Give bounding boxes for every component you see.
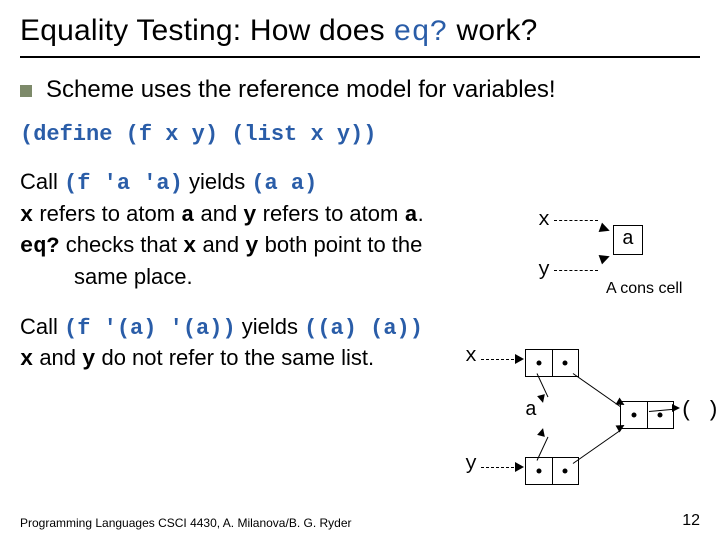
d2-dash-y	[481, 467, 519, 468]
d1-atom-box: a	[613, 225, 643, 255]
d2-dash-x	[481, 359, 519, 360]
call1-prefix: Call	[20, 169, 64, 194]
page-number: 12	[682, 512, 700, 530]
title-suffix: work?	[448, 14, 538, 47]
call1-t2: and	[194, 201, 243, 226]
diagram-2: x y a ( )	[465, 345, 720, 515]
call1-t1: refers to atom	[33, 201, 181, 226]
cons-cell-1	[525, 349, 579, 377]
call2-code1: (f '(a) '(a))	[64, 316, 236, 341]
call2-prefix: Call	[20, 314, 64, 339]
call1-t3: refers to atom	[257, 201, 405, 226]
arrow-icon	[515, 462, 524, 472]
call1-a1: a	[181, 203, 194, 228]
call1-eq: eq?	[20, 234, 60, 259]
d1-dash-y	[554, 270, 598, 271]
arrow-icon	[537, 427, 547, 437]
arrow-icon	[537, 394, 547, 404]
call2-code2: ((a) (a))	[304, 316, 423, 341]
cons-cell-3	[620, 401, 674, 429]
arrow-icon	[599, 223, 612, 236]
call1-t5: and	[196, 232, 245, 257]
call1-code2: (a a)	[251, 171, 317, 196]
footer-text: Programming Languages CSCI 4430, A. Mila…	[20, 516, 352, 530]
diagram-1: x y a A cons cell	[538, 205, 718, 325]
arrow-icon	[599, 252, 612, 265]
bullet-1-text: Scheme uses the reference model for vari…	[46, 76, 556, 104]
call1-x2: x	[183, 234, 196, 259]
call1-y: y	[243, 203, 256, 228]
call1-x: x	[20, 203, 33, 228]
square-bullet-icon	[20, 85, 32, 97]
call-2-block: Call (f '(a) '(a)) yields ((a) (a)) x an…	[20, 312, 440, 375]
call1-a2: a	[404, 203, 417, 228]
define-code: (define (f x y) (list x y))	[20, 122, 700, 147]
arrow-icon	[515, 354, 524, 364]
d1-caption: A cons cell	[606, 280, 682, 298]
call2-y: y	[82, 347, 95, 372]
d1-y-label: y	[538, 259, 550, 282]
call1-dot: .	[418, 201, 424, 226]
title-eq-code: eq?	[393, 16, 448, 50]
d2-x-label: x	[465, 345, 477, 368]
d1-dash-x	[554, 220, 598, 221]
d1-x-label: x	[538, 209, 550, 232]
pointer-line	[573, 430, 621, 464]
pointer-line	[573, 373, 621, 407]
cons-cell-2	[525, 457, 579, 485]
slide: Equality Testing: How does eq? work? Sch…	[0, 0, 720, 540]
slide-title: Equality Testing: How does eq? work?	[20, 14, 700, 58]
call1-t4: checks that	[60, 232, 184, 257]
call1-line4: same place.	[20, 264, 193, 289]
d2-y-label: y	[465, 453, 477, 476]
arrow-icon	[672, 404, 680, 412]
call-1-block: Call (f 'a 'a) yields (a a) x refers to …	[20, 167, 500, 292]
call2-t1: and	[33, 345, 82, 370]
call2-t2: do not refer to the same list.	[95, 345, 374, 370]
call1-t6: both point to the	[258, 232, 422, 257]
call2-x: x	[20, 347, 33, 372]
bullet-1: Scheme uses the reference model for vari…	[20, 76, 700, 104]
call1-code1: (f 'a 'a)	[64, 171, 183, 196]
title-prefix: Equality Testing: How does	[20, 14, 393, 47]
d2-empty-list: ( )	[680, 398, 720, 423]
call2-mid1: yields	[236, 314, 304, 339]
call1-y2: y	[245, 234, 258, 259]
d2-atom-a: a	[525, 399, 537, 422]
call1-mid1: yields	[183, 169, 251, 194]
